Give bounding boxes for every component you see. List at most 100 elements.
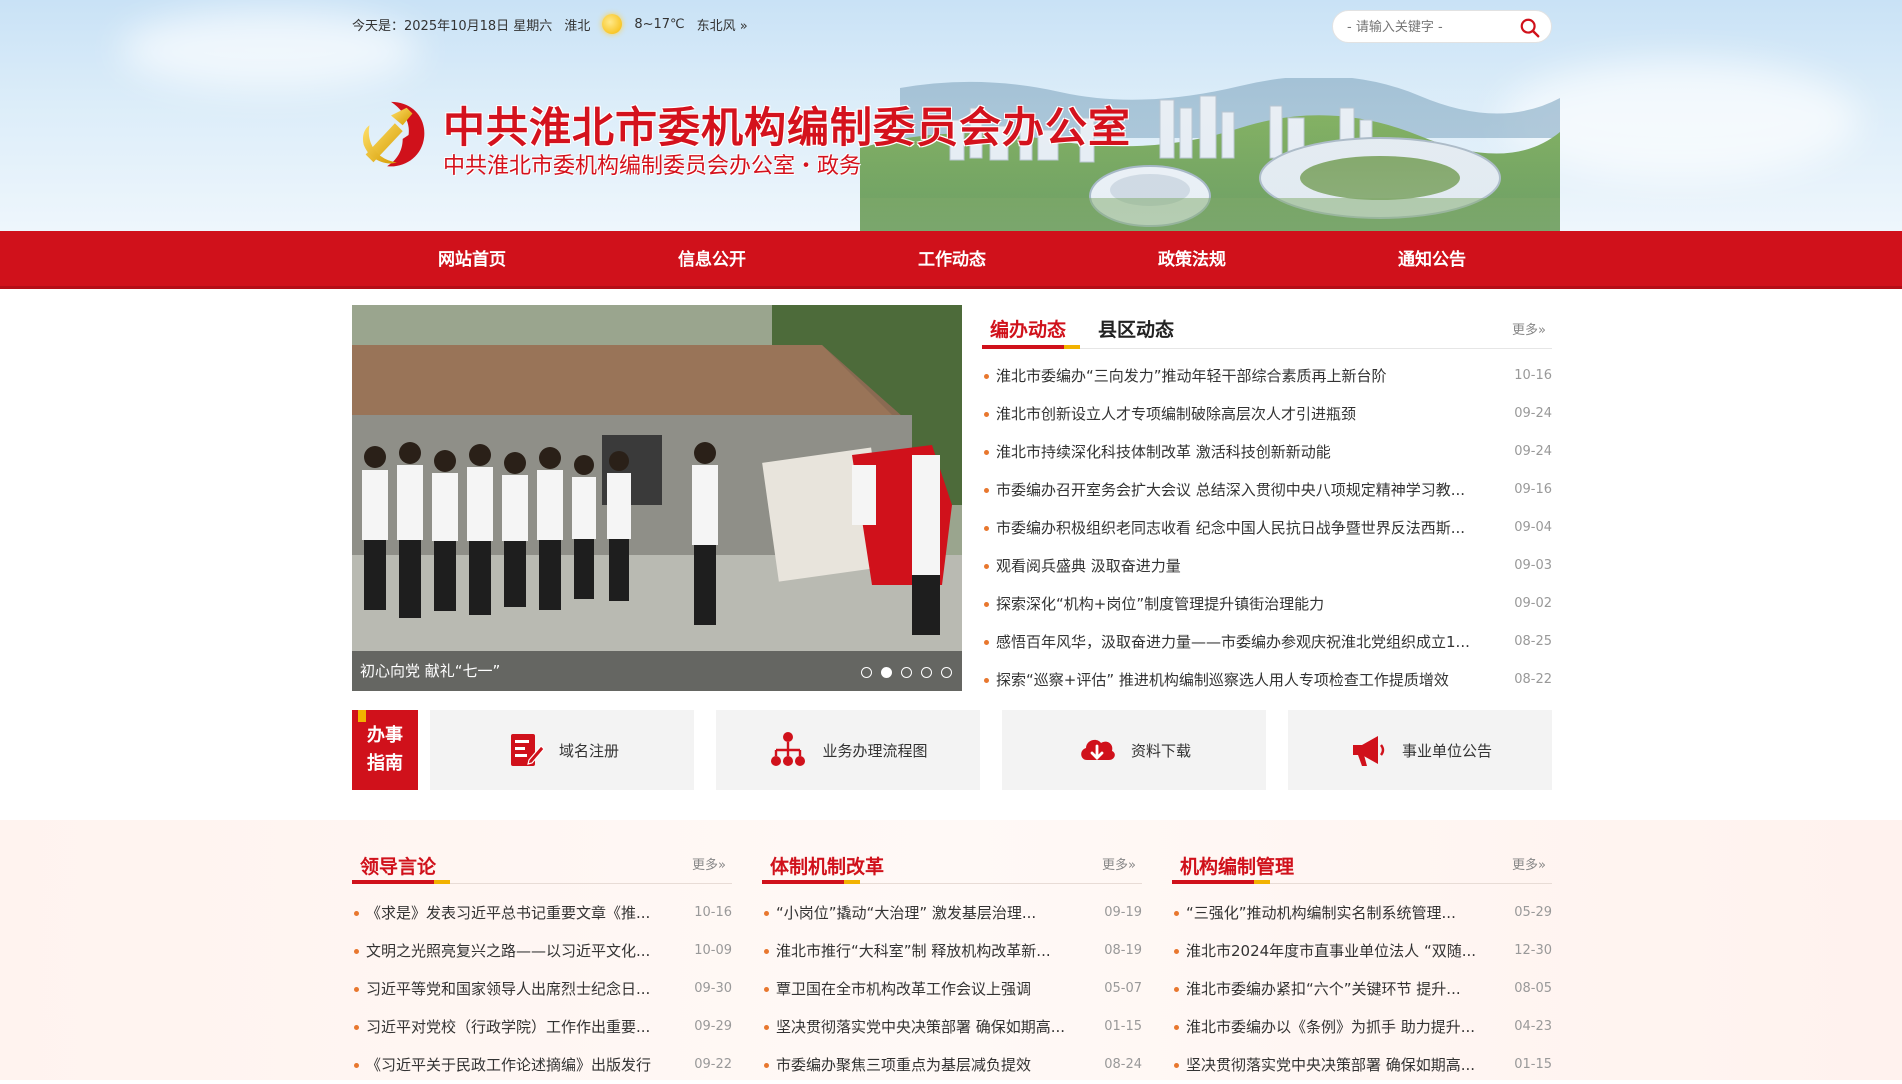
list-item-date: 09-24 <box>1514 406 1552 421</box>
list-item-date: 10-16 <box>694 905 732 920</box>
nav-item-policies[interactable]: 政策法规 <box>1072 231 1312 289</box>
list-item-date: 01-15 <box>1104 1019 1142 1034</box>
date-text: 今天是：2025年10月18日 星期六 <box>352 18 553 34</box>
list-item-title[interactable]: 市委编办积极组织老同志收看 纪念中国人民抗日战争暨世界反法西斯... <box>996 509 1506 547</box>
list-item-title[interactable]: 淮北市委编办“三向发力”推动年轻干部综合素质再上新台阶 <box>996 357 1506 395</box>
list-item[interactable]: 习近平对党校（行政学院）工作作出重要... 09-29 <box>352 1008 732 1046</box>
photo-slider[interactable]: 初心向党 献礼“七一” <box>352 305 962 691</box>
list-item[interactable]: 淮北市持续深化科技体制改革 激活科技创新新动能 09-24 <box>982 433 1552 471</box>
wind-link[interactable]: 东北风 » <box>697 15 748 34</box>
guide-domain-registration[interactable]: 域名注册 <box>430 710 694 790</box>
slide-caption[interactable]: 初心向党 献礼“七一” <box>360 660 500 681</box>
list-item-title[interactable]: 坚决贯彻落实党中央决策部署 确保如期高... <box>1186 1046 1496 1084</box>
list-item-date: 01-15 <box>1514 1057 1552 1072</box>
nav-item-info-disclosure[interactable]: 信息公开 <box>592 231 832 289</box>
list-item-title[interactable]: “小岗位”撬动“大治理” 激发基层治理... <box>776 894 1086 932</box>
guide-institution-notices[interactable]: 事业单位公告 <box>1288 710 1552 790</box>
guide-process-flowchart[interactable]: 业务办理流程图 <box>716 710 980 790</box>
list-item[interactable]: “三强化”推动机构编制实名制系统管理... 05-29 <box>1172 894 1552 932</box>
list-item-date: 05-29 <box>1514 905 1552 920</box>
list-item[interactable]: 坚决贯彻落实党中央决策部署 确保如期高... 01-15 <box>1172 1046 1552 1084</box>
list-item[interactable]: 淮北市创新设立人才专项编制破除高层次人才引进瓶颈 09-24 <box>982 395 1552 433</box>
search-input[interactable] <box>1347 17 1507 37</box>
list-item-title[interactable]: 《求是》发表习近平总书记重要文章《推... <box>366 894 676 932</box>
list-item[interactable]: 《习近平关于民政工作论述摘编》出版发行 09-22 <box>352 1046 732 1084</box>
list-item[interactable]: 《求是》发表习近平总书记重要文章《推... 10-16 <box>352 894 732 932</box>
search-icon[interactable] <box>1519 17 1541 39</box>
slider-dot[interactable] <box>901 667 912 678</box>
slide-image <box>352 305 962 691</box>
list-item[interactable]: 坚决贯彻落实党中央决策部署 确保如期高... 01-15 <box>762 1008 1142 1046</box>
nav-item-work-news[interactable]: 工作动态 <box>832 231 1072 289</box>
column-title[interactable]: 体制机制改革 <box>770 852 884 879</box>
list-item-title[interactable]: 探索深化“机构+岗位”制度管理提升镇街治理能力 <box>996 585 1506 623</box>
list-item-title[interactable]: 淮北市委编办以《条例》为抓手 助力提升... <box>1186 1008 1496 1046</box>
column-title[interactable]: 机构编制管理 <box>1180 852 1294 879</box>
list-item-title[interactable]: 淮北市持续深化科技体制改革 激活科技创新新动能 <box>996 433 1506 471</box>
column-header: 机构编制管理 更多» <box>1172 850 1552 884</box>
list-item[interactable]: 淮北市委编办紧扣“六个”关键环节 提升... 08-05 <box>1172 970 1552 1008</box>
list-item[interactable]: 习近平等党和国家领导人出席烈士纪念日... 09-30 <box>352 970 732 1008</box>
news-panel: 编办动态 县区动态 更多» 淮北市委编办“三向发力”推动年轻干部综合素质再上新台… <box>982 305 1552 691</box>
list-item-title[interactable]: 探索“巡察+评估” 推进机构编制巡察选人用人专项检查工作提质增效 <box>996 661 1506 699</box>
list-item[interactable]: 淮北市委编办“三向发力”推动年轻干部综合素质再上新台阶 10-16 <box>982 357 1552 395</box>
list-item[interactable]: 探索深化“机构+岗位”制度管理提升镇街治理能力 09-02 <box>982 585 1552 623</box>
column-list: “小岗位”撬动“大治理” 激发基层治理... 09-19 淮北市推行“大科室”制 释… <box>762 894 1142 1084</box>
list-item-title[interactable]: “三强化”推动机构编制实名制系统管理... <box>1186 894 1496 932</box>
tab-office-news[interactable]: 编办动态 <box>990 315 1066 342</box>
list-item-date: 09-16 <box>1514 482 1552 497</box>
slider-dot[interactable] <box>881 667 892 678</box>
list-item-title[interactable]: 《习近平关于民政工作论述摘编》出版发行 <box>366 1046 676 1084</box>
slider-dot[interactable] <box>861 667 872 678</box>
list-item-title[interactable]: 习近平等党和国家领导人出席烈士纪念日... <box>366 970 676 1008</box>
list-item-title[interactable]: 淮北市推行“大科室”制 释放机构改革新... <box>776 932 1086 970</box>
list-item[interactable]: 淮北市委编办以《条例》为抓手 助力提升... 04-23 <box>1172 1008 1552 1046</box>
list-item-title[interactable]: 感悟百年风华，汲取奋进力量——市委编办参观庆祝淮北党组织成立1... <box>996 623 1506 661</box>
nav-item-notices[interactable]: 通知公告 <box>1312 231 1552 289</box>
site-title: 中共淮北市委机构编制委员会办公室 <box>443 103 1132 152</box>
column-more-link[interactable]: 更多» <box>1512 854 1546 873</box>
guide-item-label: 域名注册 <box>558 741 619 760</box>
list-item[interactable]: 市委编办召开室务会扩大会议 总结深入贯彻中央八项规定精神学习教... 09-16 <box>982 471 1552 509</box>
list-item[interactable]: 文明之光照亮复兴之路——以习近平文化... 10-09 <box>352 932 732 970</box>
list-item[interactable]: 探索“巡察+评估” 推进机构编制巡察选人用人专项检查工作提质增效 08-22 <box>982 661 1552 699</box>
tab-county-news[interactable]: 县区动态 <box>1098 315 1174 342</box>
list-item[interactable]: 市委编办积极组织老同志收看 纪念中国人民抗日战争暨世界反法西斯... 09-04 <box>982 509 1552 547</box>
list-item[interactable]: “小岗位”撬动“大治理” 激发基层治理... 09-19 <box>762 894 1142 932</box>
slider-dot[interactable] <box>941 667 952 678</box>
megaphone-icon <box>1352 736 1385 766</box>
list-item-date: 09-19 <box>1104 905 1142 920</box>
list-item[interactable]: 市委编办聚焦三项重点为基层减负提效 08-24 <box>762 1046 1142 1084</box>
list-item-title[interactable]: 市委编办召开室务会扩大会议 总结深入贯彻中央八项规定精神学习教... <box>996 471 1506 509</box>
list-item[interactable]: 淮北市2024年度市直事业单位法人 “双随... 12-30 <box>1172 932 1552 970</box>
column-more-link[interactable]: 更多» <box>692 854 726 873</box>
list-item-title[interactable]: 文明之光照亮复兴之路——以习近平文化... <box>366 932 676 970</box>
list-item-title[interactable]: 淮北市委编办紧扣“六个”关键环节 提升... <box>1186 970 1496 1008</box>
list-item[interactable]: 观看阅兵盛典 汲取奋进力量 09-03 <box>982 547 1552 585</box>
slider-dot[interactable] <box>921 667 932 678</box>
list-item-title[interactable]: 坚决贯彻落实党中央决策部署 确保如期高... <box>776 1008 1086 1046</box>
column-header: 领导言论 更多» <box>352 850 732 884</box>
list-item-date: 10-16 <box>1514 368 1552 383</box>
list-item[interactable]: 淮北市推行“大科室”制 释放机构改革新... 08-19 <box>762 932 1142 970</box>
guide-downloads[interactable]: 资料下载 <box>1002 710 1266 790</box>
list-item-title[interactable]: 习近平对党校（行政学院）工作作出重要... <box>366 1008 676 1046</box>
news-tabs: 编办动态 县区动态 更多» <box>982 305 1552 349</box>
list-item-title[interactable]: 淮北市创新设立人才专项编制破除高层次人才引进瓶颈 <box>996 395 1506 433</box>
list-item[interactable]: 感悟百年风华，汲取奋进力量——市委编办参观庆祝淮北党组织成立1... 08-25 <box>982 623 1552 661</box>
list-item-date: 04-23 <box>1514 1019 1552 1034</box>
list-item-title[interactable]: 观看阅兵盛典 汲取奋进力量 <box>996 547 1506 585</box>
column-list: 《求是》发表习近平总书记重要文章《推... 10-16 文明之光照亮复兴之路——以习… <box>352 894 732 1084</box>
list-item-title[interactable]: 淮北市2024年度市直事业单位法人 “双随... <box>1186 932 1496 970</box>
column-title[interactable]: 领导言论 <box>360 852 436 879</box>
list-item-date: 08-19 <box>1104 943 1142 958</box>
list-item-title[interactable]: 市委编办聚焦三项重点为基层减负提效 <box>776 1046 1086 1084</box>
list-item-title[interactable]: 覃卫国在全市机构改革工作会议上强调 <box>776 970 1086 1008</box>
guide-item-label: 资料下载 <box>1130 741 1191 760</box>
nav-item-home[interactable]: 网站首页 <box>352 231 592 289</box>
search-box <box>1332 10 1552 43</box>
news-more-link[interactable]: 更多» <box>1512 319 1546 338</box>
column-organization-management: 机构编制管理 更多» “三强化”推动机构编制实名制系统管理... 05-29 淮北市… <box>1172 850 1552 1074</box>
list-item[interactable]: 覃卫国在全市机构改革工作会议上强调 05-07 <box>762 970 1142 1008</box>
column-more-link[interactable]: 更多» <box>1102 854 1136 873</box>
